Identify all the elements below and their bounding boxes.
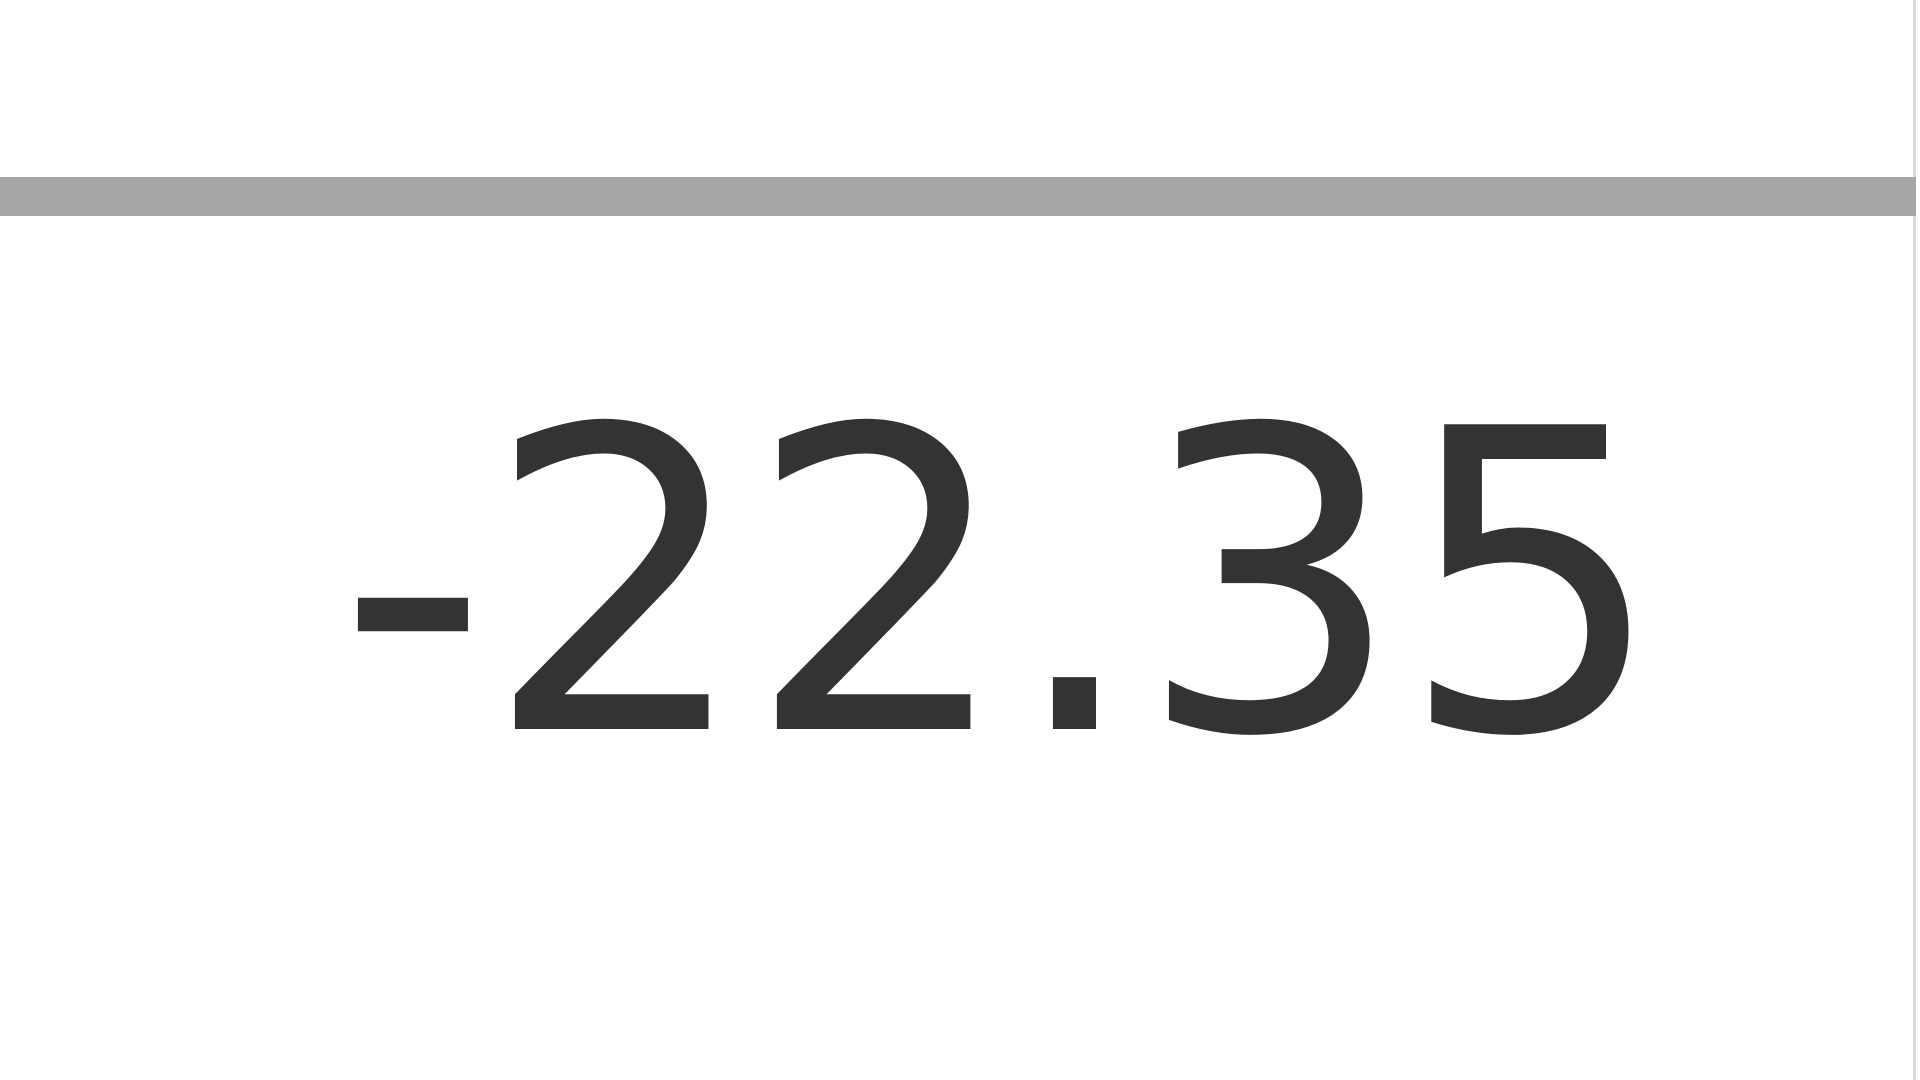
- cell-value: -22.35: [337, 341, 1665, 828]
- header-divider: [0, 177, 1916, 216]
- table-cell: -22.35: [0, 0, 1916, 1080]
